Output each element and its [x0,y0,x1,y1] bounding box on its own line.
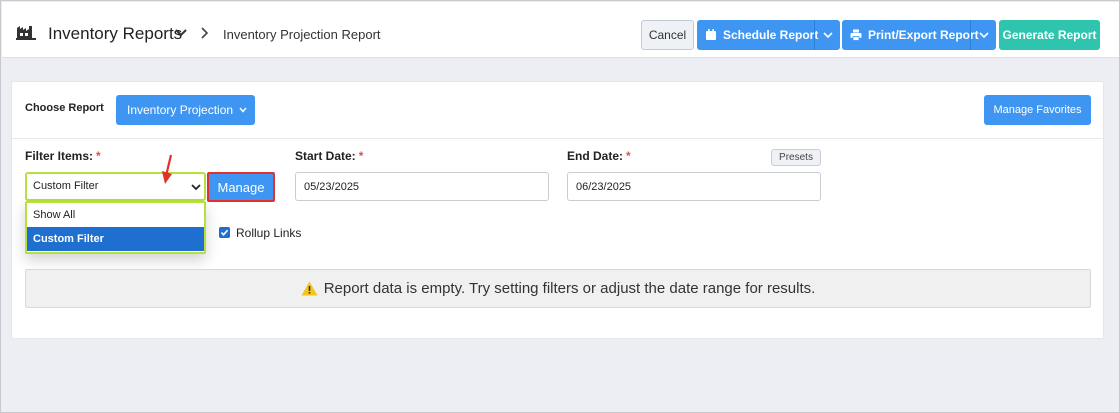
chevron-down-icon[interactable] [175,29,187,37]
start-date-input[interactable]: 05/23/2025 [295,172,549,201]
schedule-report-button[interactable]: Schedule Report [697,20,840,50]
required-mark: * [358,149,364,163]
option-show-all[interactable]: Show All [27,203,204,227]
filter-items-value: Custom Filter [33,180,99,192]
schedule-report-label: Schedule Report [723,28,819,42]
app-title[interactable]: Inventory Reports [48,24,182,44]
chevron-down-icon [239,107,247,113]
printer-icon [850,29,862,41]
annotation-arrow [162,154,173,184]
cancel-button[interactable]: Cancel [641,20,694,50]
app-frame: Inventory Reports Inventory Projection R… [0,0,1120,413]
rollup-links-label[interactable]: Rollup Links [236,226,301,240]
empty-message-text: Report data is empty. Try setting filter… [323,280,816,297]
chevron-down-icon[interactable] [979,31,989,39]
presets-button[interactable]: Presets [771,149,821,166]
empty-report-message: Report data is empty. Try setting filter… [25,269,1091,308]
chevron-down-icon[interactable] [823,31,833,39]
chevron-right-icon [201,27,209,39]
generate-report-button[interactable]: Generate Report [999,20,1100,50]
required-mark: * [626,149,631,163]
choose-report-dropdown[interactable]: Inventory Projection [116,95,255,125]
manage-filter-button[interactable]: Manage [207,172,275,202]
end-date-label: End Date: * [567,149,631,163]
start-date-label: Start Date: * [295,149,364,163]
end-date-input[interactable]: 06/23/2025 [567,172,821,201]
rollup-links-checkbox[interactable] [219,227,230,238]
required-mark: * [96,149,101,163]
calendar-icon [706,29,716,40]
split-divider [814,20,815,50]
divider [12,138,1103,139]
filter-items-dropdown: Show All Custom Filter [25,201,206,254]
print-export-report-button[interactable]: Print/Export Report [842,20,996,50]
selected-report: Inventory Projection [127,103,234,117]
manage-favorites-button[interactable]: Manage Favorites [984,95,1091,125]
split-divider [970,20,971,50]
filter-items-label: Filter Items: * [25,149,101,163]
warning-icon [301,281,318,296]
chevron-down-icon [191,184,201,191]
report-card: Choose Report Inventory Projection Manag… [11,81,1104,339]
breadcrumb: Inventory Projection Report [223,27,381,42]
print-export-label: Print/Export Report [868,28,979,42]
option-custom-filter[interactable]: Custom Filter [27,227,204,251]
top-bar: Inventory Reports Inventory Projection R… [2,2,1119,58]
warehouse-icon [16,26,36,40]
choose-report-label: Choose Report [25,102,104,114]
